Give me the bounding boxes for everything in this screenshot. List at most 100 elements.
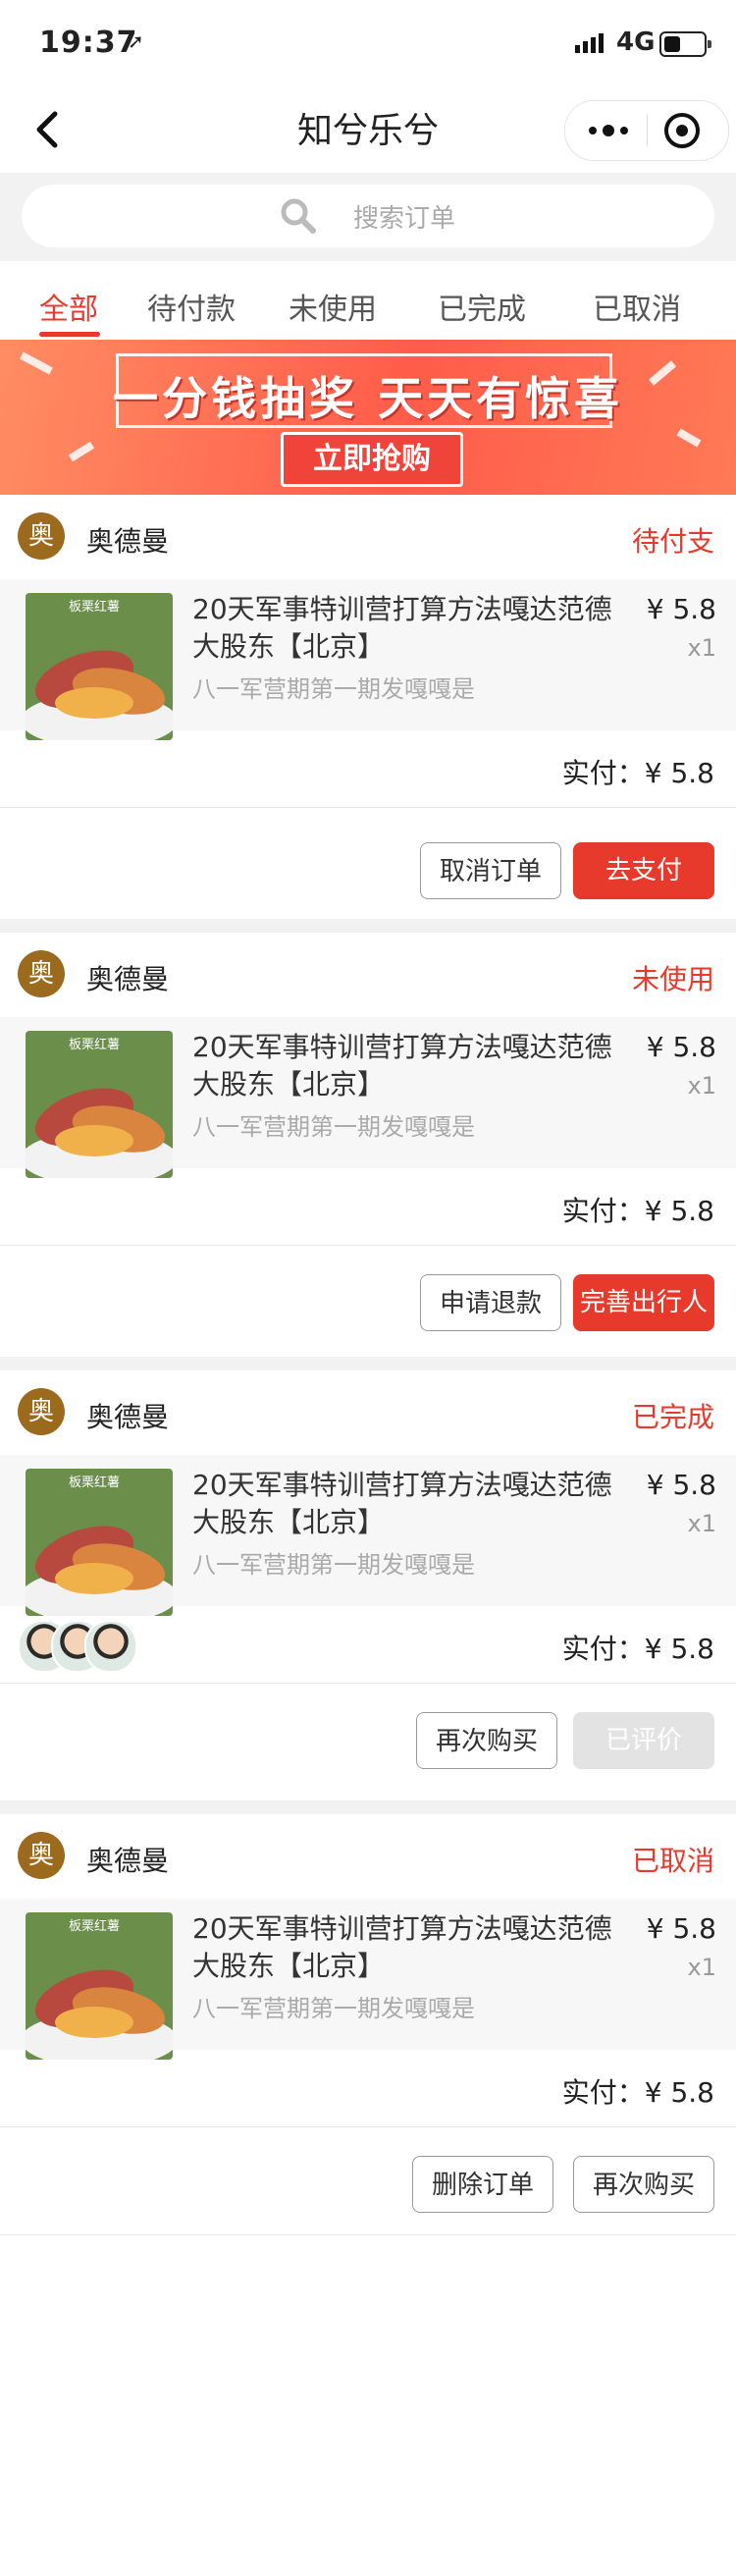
paid-row: 实付：¥ 5.8: [0, 1168, 736, 1246]
order-card: 奥 奥德曼 已取消 板栗红薯 20天军事特训营打算方法嘎达范德大股东【北京】 八…: [0, 1800, 736, 2236]
order-status: 未使用: [631, 963, 714, 995]
order-status: 已取消: [631, 1845, 714, 1877]
goods-subtitle: 八一军营期第一期发嘎嘎是: [192, 1995, 475, 2022]
goods-subtitle: 八一军营期第一期发嘎嘎是: [192, 1551, 475, 1579]
active-tab-indicator: [39, 332, 100, 337]
order-actions: 取消订单 去支付: [0, 827, 736, 915]
signal-icon: [575, 33, 606, 53]
goods-price: ¥ 5.8: [646, 1912, 716, 1945]
banner-buy-now-button[interactable]: 立即抢购: [281, 432, 463, 487]
status-bar: 19:37 ➚ 4G: [0, 0, 736, 86]
goods-quantity: x1: [687, 1954, 716, 1981]
order-actions: 再次购买 已评价: [0, 1696, 736, 1785]
product-thumbnail: 板栗红薯: [26, 1469, 173, 1616]
section-gap: [0, 1800, 736, 1814]
goods-name: 20天军事特训营打算方法嘎达范德大股东【北京】: [192, 1912, 612, 1982]
tab-cancelled[interactable]: 已取消: [593, 285, 681, 328]
request-refund-button[interactable]: 申请退款: [420, 1274, 561, 1331]
shop-name: 奥德曼: [86, 1845, 170, 1877]
thumb-label: 板栗红薯: [69, 1475, 120, 1490]
order-shop-row[interactable]: 奥 奥德曼 已完成: [0, 1370, 736, 1455]
paid-row: 实付：¥ 5.8: [0, 730, 736, 808]
product-thumbnail: 板栗红薯: [26, 593, 173, 740]
banner-decoration: [676, 428, 702, 448]
goods-price: ¥ 5.8: [646, 593, 716, 625]
goods-quantity: x1: [687, 1072, 716, 1100]
search-placeholder: 搜索订单: [353, 204, 456, 234]
order-goods[interactable]: 板栗红薯 20天军事特训营打算方法嘎达范德大股东【北京】 八一军营期第一期发嘎嘎…: [0, 1017, 736, 1178]
goods-quantity: x1: [687, 1510, 716, 1537]
tab-pending-payment[interactable]: 待付款: [147, 285, 236, 328]
capsule-divider: [647, 115, 648, 146]
list-end-divider: [0, 2234, 736, 2235]
location-arrow-icon: ➚: [128, 29, 144, 53]
paid-amount: 实付：¥ 5.8: [561, 1633, 714, 1665]
goods-price: ¥ 5.8: [646, 1469, 716, 1501]
order-shop-row[interactable]: 奥 奥德曼 待付支: [0, 495, 736, 579]
paid-row: 实付：¥ 5.8: [0, 2050, 736, 2127]
delete-order-button[interactable]: 删除订单: [412, 2156, 553, 2213]
status-time: 19:37: [39, 26, 138, 60]
network-type: 4G: [616, 27, 656, 57]
order-tabs: 全部 待付款 未使用 已完成 已取消: [0, 261, 736, 340]
goods-name: 20天军事特训营打算方法嘎达范德大股东【北京】: [192, 593, 612, 663]
search-icon: [281, 198, 316, 234]
tab-unused[interactable]: 未使用: [289, 285, 377, 328]
shop-avatar: 奥: [18, 950, 65, 997]
complete-traveler-info-button[interactable]: 完善出行人: [573, 1274, 714, 1331]
more-options-icon[interactable]: [579, 115, 638, 146]
goods-name: 20天军事特训营打算方法嘎达范德大股东【北京】: [192, 1469, 612, 1538]
thumb-label: 板栗红薯: [69, 1037, 120, 1052]
order-status: 已完成: [631, 1401, 714, 1433]
order-goods[interactable]: 板栗红薯 20天军事特训营打算方法嘎达范德大股东【北京】 八一军营期第一期发嘎嘎…: [0, 1455, 736, 1616]
banner-headline: 一分钱抽奖 天天有惊喜: [112, 372, 623, 425]
paid-amount: 实付：¥ 5.8: [561, 757, 714, 789]
banner-decoration: [68, 441, 95, 462]
order-card: 奥 奥德曼 已完成 板栗红薯 20天军事特训营打算方法嘎达范德大股东【北京】 八…: [0, 1357, 736, 1800]
goods-subtitle: 八一军营期第一期发嘎嘎是: [192, 675, 475, 703]
close-mini-program-icon[interactable]: [662, 111, 702, 150]
shop-avatar: 奥: [18, 512, 65, 560]
product-thumbnail: 板栗红薯: [26, 1912, 173, 2060]
promo-banner[interactable]: 一分钱抽奖 天天有惊喜 立即抢购: [0, 340, 736, 495]
battery-icon: [659, 31, 711, 57]
buy-again-button[interactable]: 再次购买: [416, 1712, 557, 1769]
tab-all[interactable]: 全部: [39, 285, 98, 328]
paid-row: 实付：¥ 5.8: [0, 1606, 736, 1684]
mini-program-capsule: [564, 100, 729, 161]
goods-subtitle: 八一军营期第一期发嘎嘎是: [192, 1113, 475, 1141]
shop-avatar: 奥: [18, 1388, 65, 1435]
buy-again-button[interactable]: 再次购买: [573, 2156, 714, 2213]
shop-name: 奥德曼: [86, 525, 170, 558]
tab-completed[interactable]: 已完成: [438, 285, 526, 328]
shop-name: 奥德曼: [86, 1401, 170, 1433]
goods-price: ¥ 5.8: [646, 1031, 716, 1063]
paid-amount: 实付：¥ 5.8: [561, 1195, 714, 1227]
order-actions: 删除订单 再次购买: [0, 2140, 736, 2228]
nav-bar: 知兮乐兮: [0, 86, 736, 173]
shop-name: 奥德曼: [86, 963, 170, 995]
thumb-label: 板栗红薯: [69, 599, 120, 615]
product-thumbnail: 板栗红薯: [26, 1031, 173, 1178]
shop-avatar: 奥: [18, 1832, 65, 1879]
search-area: 搜索订单: [0, 173, 736, 261]
search-input[interactable]: 搜索订单: [22, 185, 714, 247]
traveler-avatar: [84, 1620, 137, 1673]
goods-name: 20天军事特训营打算方法嘎达范德大股东【北京】: [192, 1031, 612, 1100]
thumb-label: 板栗红薯: [69, 1918, 120, 1934]
reviewed-button: 已评价: [573, 1712, 714, 1769]
order-card: 奥 奥德曼 未使用 板栗红薯 20天军事特训营打算方法嘎达范德大股东【北京】 八…: [0, 919, 736, 1357]
pay-button[interactable]: 去支付: [573, 842, 714, 899]
order-actions: 申请退款 完善出行人: [0, 1259, 736, 1347]
order-shop-row[interactable]: 奥 奥德曼 已取消: [0, 1814, 736, 1899]
goods-quantity: x1: [687, 634, 716, 662]
order-card: 奥 奥德曼 待付支 板栗红薯 20天军事特训营打算方法嘎达范德大股东【北京】 八…: [0, 495, 736, 919]
order-shop-row[interactable]: 奥 奥德曼 未使用: [0, 933, 736, 1017]
section-gap: [0, 1357, 736, 1370]
cancel-order-button[interactable]: 取消订单: [420, 842, 561, 899]
order-status: 待付支: [631, 525, 714, 558]
order-goods[interactable]: 板栗红薯 20天军事特训营打算方法嘎达范德大股东【北京】 八一军营期第一期发嘎嘎…: [0, 579, 736, 740]
paid-amount: 实付：¥ 5.8: [561, 2076, 714, 2109]
section-gap: [0, 919, 736, 933]
order-goods[interactable]: 板栗红薯 20天军事特训营打算方法嘎达范德大股东【北京】 八一军营期第一期发嘎嘎…: [0, 1899, 736, 2060]
